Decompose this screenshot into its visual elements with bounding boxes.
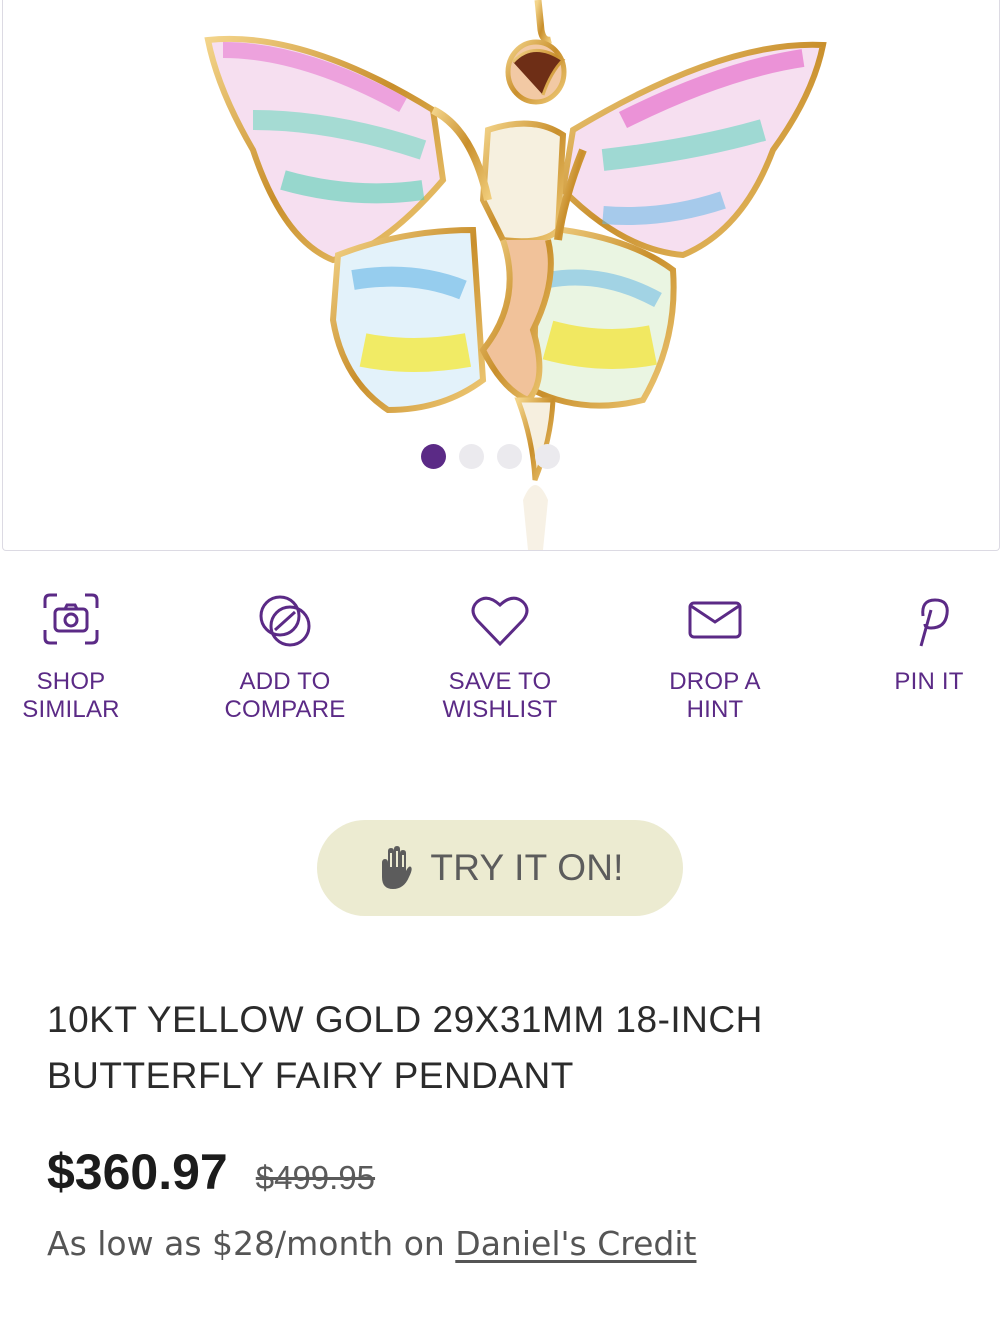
heart-icon xyxy=(471,596,529,647)
compare-circles-icon xyxy=(259,595,311,647)
product-image-gallery[interactable] xyxy=(2,0,1000,551)
credit-offer: As low as $28/month on Daniel's Credit xyxy=(47,1224,696,1263)
pin-it-button[interactable]: PIN IT xyxy=(829,590,1000,696)
carousel-dot-1[interactable] xyxy=(421,444,446,469)
try-it-on-label: TRY IT ON! xyxy=(430,847,624,888)
carousel-dots xyxy=(421,444,560,469)
carousel-dot-3[interactable] xyxy=(497,444,522,469)
drop-a-hint-button[interactable]: DROP A HINT xyxy=(615,590,815,724)
pin-it-label: PIN IT xyxy=(894,668,964,695)
save-to-wishlist-button[interactable]: SAVE TO WISHLIST xyxy=(400,590,600,724)
credit-prefix: As low as $28/month on xyxy=(47,1224,456,1263)
shop-similar-button[interactable]: SHOP SIMILAR xyxy=(0,590,171,724)
pinterest-icon xyxy=(919,598,949,647)
hand-icon xyxy=(382,846,413,889)
price-row: $360.97 $499.95 xyxy=(47,1143,375,1201)
add-to-compare-label: ADD TO COMPARE xyxy=(224,668,346,723)
save-to-wishlist-label: SAVE TO WISHLIST xyxy=(442,668,558,723)
try-it-on-button[interactable]: TRY IT ON! xyxy=(317,820,683,916)
envelope-icon xyxy=(688,601,742,639)
carousel-dot-2[interactable] xyxy=(459,444,484,469)
original-price: $499.95 xyxy=(255,1159,376,1196)
camera-scan-icon xyxy=(43,593,99,645)
add-to-compare-button[interactable]: ADD TO COMPARE xyxy=(185,590,385,724)
shop-similar-label: SHOP SIMILAR xyxy=(22,668,120,723)
sale-price: $360.97 xyxy=(47,1144,228,1200)
daniels-credit-link[interactable]: Daniel's Credit xyxy=(455,1224,696,1263)
product-title: 10KT YELLOW GOLD 29X31MM 18-INCH BUTTERF… xyxy=(47,999,763,1096)
product-actions: SHOP SIMILAR ADD TO COMPARE SAVE TO WISH… xyxy=(0,590,1000,740)
drop-a-hint-label: DROP A HINT xyxy=(669,668,761,723)
carousel-dot-4[interactable] xyxy=(535,444,560,469)
